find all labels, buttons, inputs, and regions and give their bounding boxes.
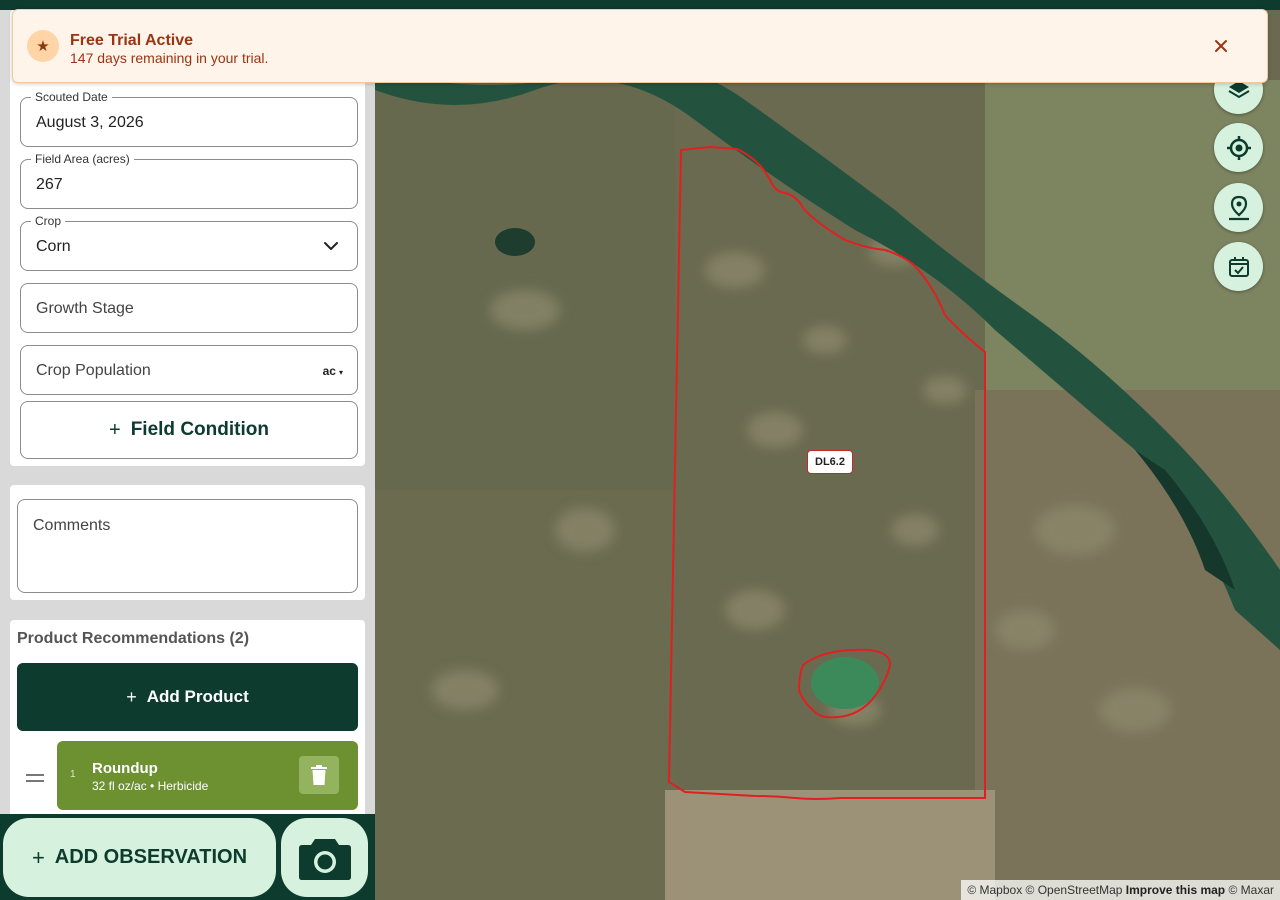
population-unit-select[interactable]: ac ▾ xyxy=(323,364,343,378)
banner-subtitle: 147 days remaining in your trial. xyxy=(70,50,269,66)
mapbox-attribution[interactable]: © Mapbox xyxy=(967,883,1022,897)
calendar-button[interactable] xyxy=(1214,242,1263,291)
add-field-condition-button[interactable]: + Field Condition xyxy=(20,401,358,459)
camera-button[interactable] xyxy=(281,818,368,897)
product-index: 1 xyxy=(70,769,76,780)
field-name-label[interactable]: DL6.2 xyxy=(807,450,853,474)
add-observation-button[interactable]: + ADD OBSERVATION xyxy=(3,818,276,897)
camera-icon xyxy=(298,838,351,880)
field-area-field[interactable]: Field Area (acres) 267 xyxy=(20,152,358,209)
banner-title: Free Trial Active xyxy=(70,32,194,49)
plus-icon: + xyxy=(126,686,137,707)
growth-stage-placeholder: Growth Stage xyxy=(36,300,134,317)
drop-pin-icon xyxy=(1228,195,1249,220)
crop-label: Crop xyxy=(31,214,66,228)
drop-pin-button[interactable] xyxy=(1214,183,1263,232)
field-area-value: 267 xyxy=(36,176,63,193)
scouted-date-value: August 3, 2026 xyxy=(36,114,144,131)
field-area-label: Field Area (acres) xyxy=(31,152,134,166)
scouted-date-field[interactable]: Scouted Date August 3, 2026 xyxy=(20,90,358,147)
crop-population-input[interactable]: Crop Population ac ▾ xyxy=(20,345,358,395)
trash-icon xyxy=(311,765,327,785)
osm-attribution[interactable]: © OpenStreetMap xyxy=(1026,883,1123,897)
add-product-button[interactable]: + Add Product xyxy=(17,663,358,731)
improve-map-link[interactable]: Improve this map xyxy=(1126,883,1225,897)
caret-down-icon: ▾ xyxy=(338,368,343,377)
scouted-date-label: Scouted Date xyxy=(31,90,112,104)
product-recommendations-title: Product Recommendations (2) xyxy=(17,630,250,647)
field-condition-label: Field Condition xyxy=(130,419,269,440)
map-attribution: © Mapbox © OpenStreetMap Improve this ma… xyxy=(961,880,1280,900)
comments-textarea[interactable]: Comments xyxy=(17,499,358,593)
comments-placeholder: Comments xyxy=(33,517,111,534)
add-product-label: Add Product xyxy=(146,687,249,706)
add-observation-label: ADD OBSERVATION xyxy=(54,846,248,868)
free-trial-banner: ★ Free Trial Active 147 days remaining i… xyxy=(12,9,1268,83)
product-item[interactable]: 1 Roundup 32 fl oz/ac • Herbicide xyxy=(57,741,358,810)
growth-stage-input[interactable]: Growth Stage xyxy=(20,283,358,333)
locate-icon xyxy=(1226,135,1251,160)
star-icon: ★ xyxy=(27,30,59,62)
crop-select[interactable]: Crop Corn xyxy=(20,214,358,271)
delete-product-button[interactable] xyxy=(299,756,339,794)
product-name: Roundup xyxy=(92,760,158,777)
chevron-down-icon xyxy=(324,242,338,250)
close-icon[interactable] xyxy=(1213,38,1229,54)
calendar-check-icon xyxy=(1228,256,1249,277)
comments-card: Comments xyxy=(10,485,365,600)
plus-icon: + xyxy=(109,418,121,441)
locate-me-button[interactable] xyxy=(1214,123,1263,172)
product-detail: 32 fl oz/ac • Herbicide xyxy=(92,779,209,793)
plus-icon: + xyxy=(31,844,45,870)
drag-handle-icon[interactable] xyxy=(26,774,44,784)
crop-population-placeholder: Crop Population xyxy=(36,362,151,379)
bottom-action-bar: + ADD OBSERVATION xyxy=(0,814,375,900)
observation-sidebar: Scouted Date August 3, 2026 Field Area (… xyxy=(0,10,375,900)
maxar-attribution[interactable]: © Maxar xyxy=(1228,883,1274,897)
crop-value: Corn xyxy=(36,238,71,255)
satellite-map[interactable]: DL6.2 © Mapbox © OpenStreetMap Improve t… xyxy=(375,10,1280,900)
population-unit-value: ac xyxy=(322,364,336,378)
